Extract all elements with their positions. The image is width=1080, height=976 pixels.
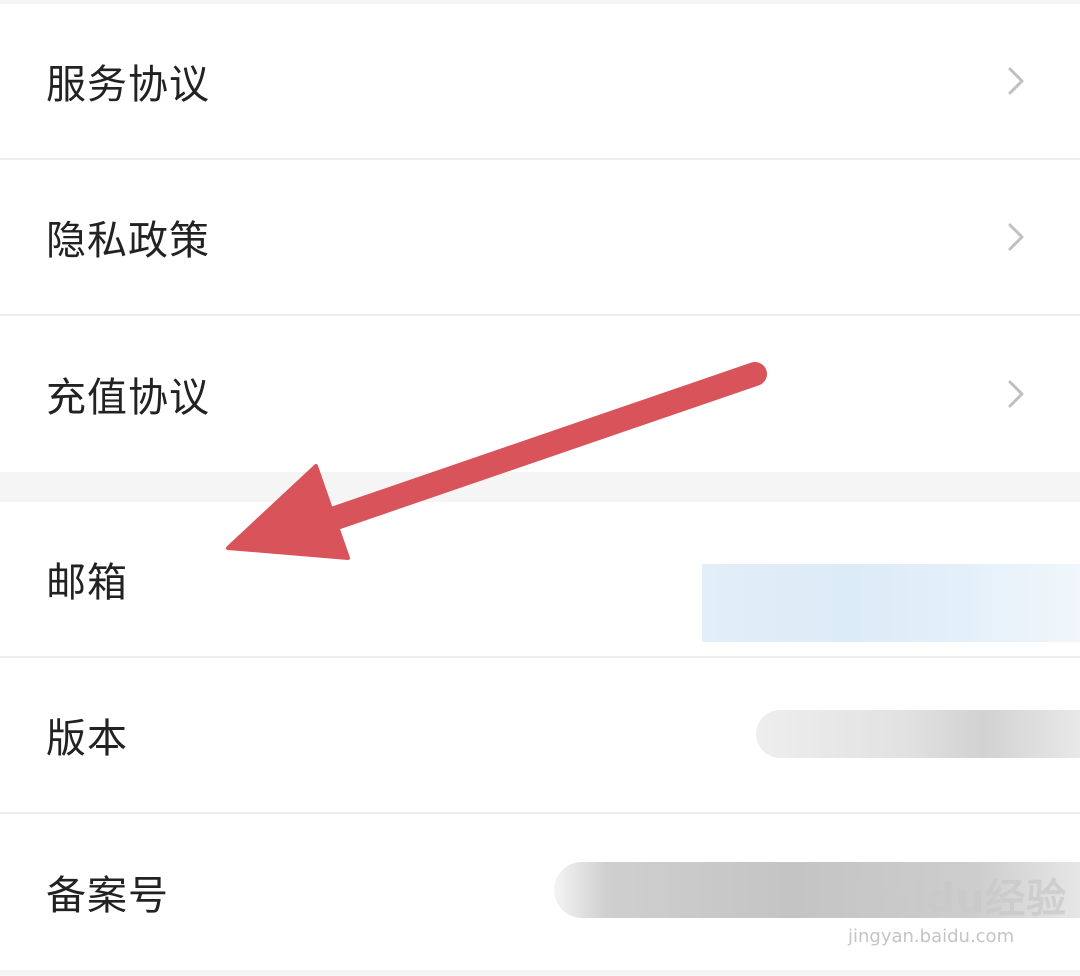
chevron-right-icon [1008, 223, 1024, 251]
recharge-agreement-row[interactable]: 充值协议 [0, 316, 1080, 472]
baidu-jingyan-watermark: Baidu经验 jingyan.baidu.com [848, 866, 1066, 956]
privacy-policy-row[interactable]: 隐私政策 [0, 160, 1080, 316]
email-label: 邮箱 [46, 560, 128, 606]
privacy-policy-label: 隐私政策 [46, 218, 210, 264]
watermark-logo: Baidu经验 [852, 876, 1068, 922]
version-label: 版本 [46, 716, 128, 762]
watermark-url: jingyan.baidu.com [848, 926, 1015, 947]
chevron-right-icon [1008, 67, 1024, 95]
service-agreement-label: 服务协议 [46, 62, 210, 108]
service-agreement-row[interactable]: 服务协议 [0, 4, 1080, 160]
email-value-redacted [702, 564, 1080, 642]
agreements-group: 服务协议 隐私政策 充值协议 [0, 4, 1080, 472]
recharge-agreement-label: 充值协议 [46, 375, 210, 421]
version-value-redacted [756, 710, 1080, 758]
record-number-label: 备案号 [46, 873, 169, 919]
email-row[interactable]: 邮箱 [0, 502, 1080, 658]
chevron-right-icon [1008, 380, 1024, 408]
version-row: 版本 [0, 658, 1080, 814]
